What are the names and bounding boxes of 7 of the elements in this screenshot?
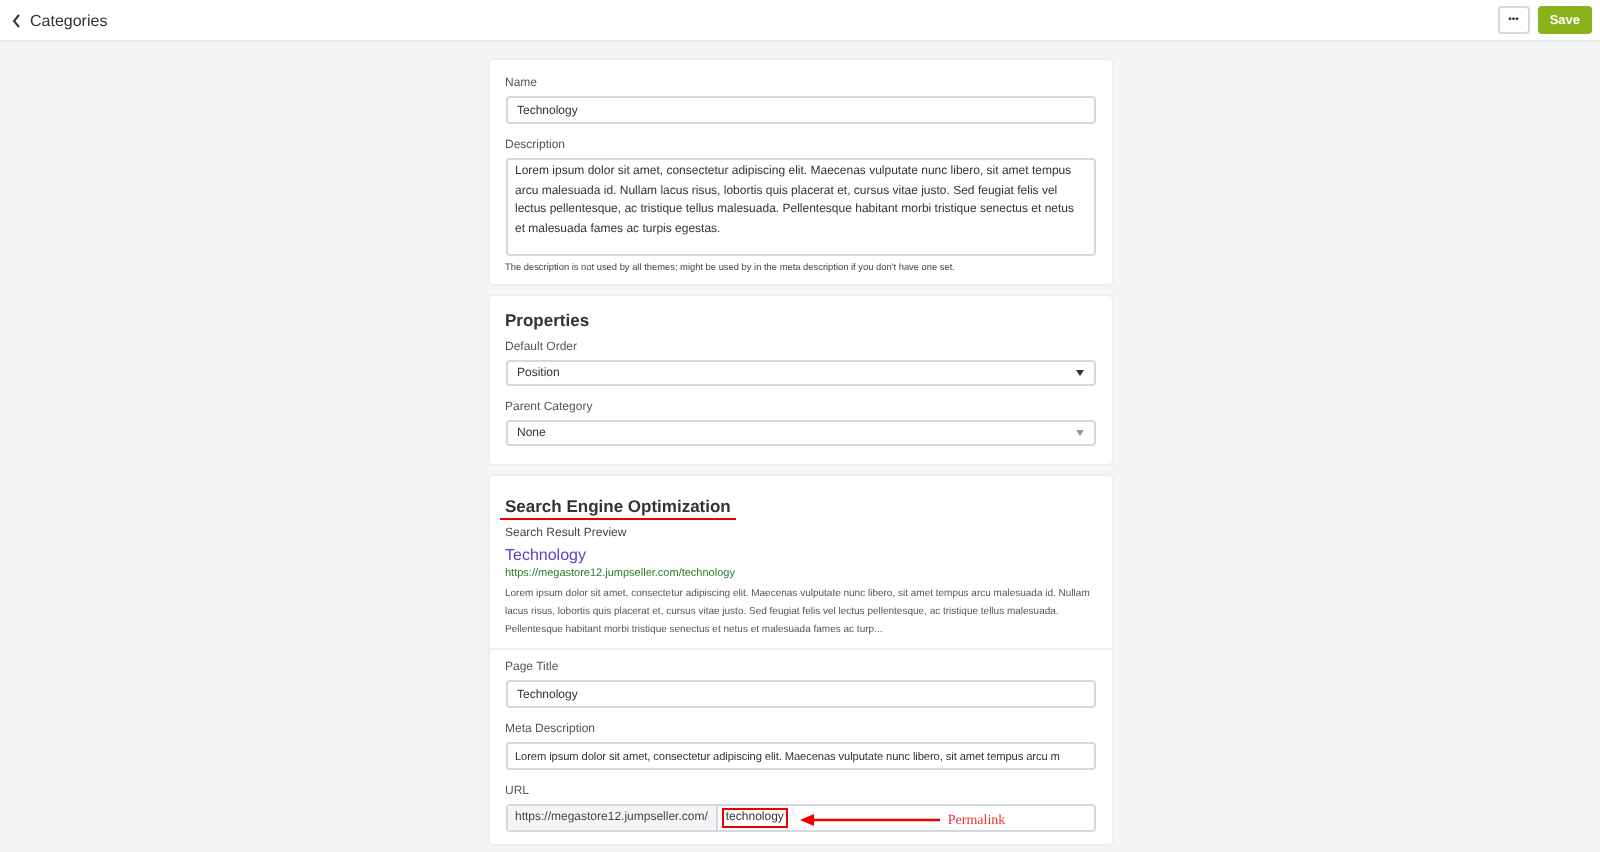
dropdown-caret-icon (1075, 430, 1083, 436)
section-title: Search Engine Optimization (499, 496, 737, 520)
section-title: Properties (505, 310, 592, 330)
back-link[interactable]: Categories (12, 11, 108, 29)
dropdown-caret-icon (1075, 370, 1083, 376)
chevron-left-icon (12, 13, 20, 27)
preview-title-link[interactable]: Technology (505, 546, 1095, 564)
